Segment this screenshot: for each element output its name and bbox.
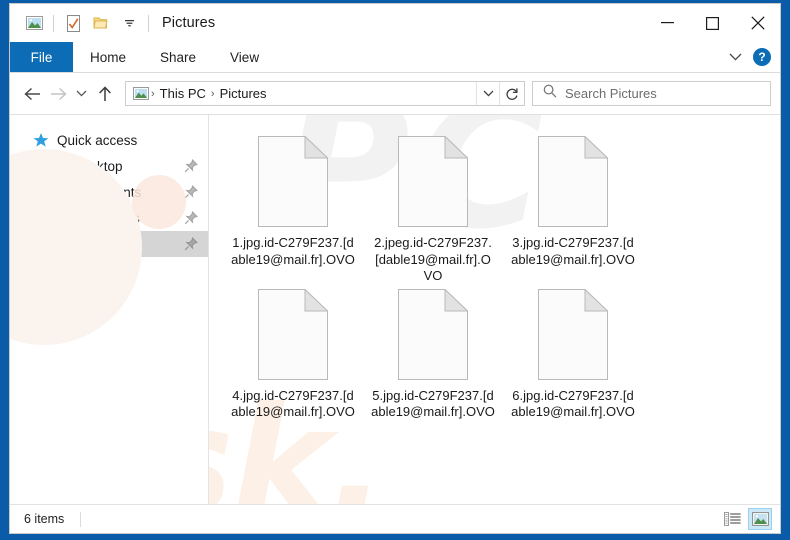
star-icon — [32, 131, 50, 149]
status-divider — [80, 511, 82, 527]
file-item[interactable]: 1.jpg.id-C279F237.[dable19@mail.fr].OVO — [223, 132, 363, 285]
file-name: 2.jpeg.id-C279F237.[dable19@mail.fr].OVO — [374, 235, 492, 283]
sidebar-label-network: Network — [57, 297, 107, 313]
item-count: 6 items — [24, 512, 65, 526]
title-divider — [148, 14, 149, 32]
file-item[interactable]: 2.jpeg.id-C279F237.[dable19@mail.fr].OVO — [363, 132, 503, 285]
file-item[interactable]: 4.jpg.id-C279F237.[dable19@mail.fr].OVO — [223, 285, 363, 421]
chevron-down-icon[interactable] — [723, 45, 747, 69]
blank-file-icon — [398, 135, 469, 227]
address-dropdown-icon[interactable] — [476, 82, 499, 105]
explorer-window: Pictures File Home Share View ? › This P… — [9, 3, 781, 534]
sidebar-item-pictures[interactable]: Pictures — [10, 231, 208, 257]
file-name: 5.jpg.id-C279F237.[dable19@mail.fr].OVO — [371, 387, 495, 420]
file-list-view[interactable]: PC risk. 1.jpg.id-C279F237.[dable19@mail… — [209, 115, 780, 504]
blank-file-icon — [258, 135, 329, 227]
quick-access-toolbar — [10, 9, 154, 37]
pin-icon[interactable] — [184, 159, 198, 173]
file-grid: 1.jpg.id-C279F237.[dable19@mail.fr].OVO … — [209, 115, 780, 421]
search-box[interactable]: Search Pictures — [532, 81, 771, 106]
address-bar[interactable]: › This PC › Pictures — [125, 81, 525, 106]
customize-qat-dropdown-icon[interactable] — [115, 9, 143, 37]
qat-divider — [53, 14, 54, 32]
sidebar-label-downloads: Downloads — [73, 210, 140, 226]
new-folder-icon[interactable] — [87, 9, 115, 37]
sidebar-label-documents: Documents — [73, 184, 142, 200]
pin-icon[interactable] — [184, 185, 198, 199]
sidebar-label-this-pc: This PC — [57, 271, 106, 287]
minimize-button[interactable] — [645, 4, 690, 42]
breadcrumb-separator: › — [151, 87, 155, 100]
blank-file-icon — [538, 135, 609, 227]
pin-icon[interactable] — [184, 237, 198, 251]
blank-file-icon — [398, 287, 469, 380]
refresh-icon[interactable] — [499, 82, 524, 105]
breadcrumb-this-pc[interactable]: This PC — [157, 86, 209, 101]
blank-file-icon — [538, 287, 609, 380]
close-button[interactable] — [735, 4, 780, 42]
sidebar-item-quick-access[interactable]: Quick access — [10, 127, 208, 153]
breadcrumb-pictures[interactable]: Pictures — [217, 86, 270, 101]
file-name: 4.jpg.id-C279F237.[dable19@mail.fr].OVO — [231, 387, 355, 420]
tab-file[interactable]: File — [10, 42, 73, 72]
window-title: Pictures — [162, 15, 216, 31]
details-view-icon[interactable] — [720, 508, 744, 530]
large-icons-view-icon[interactable] — [748, 508, 772, 530]
file-name: 3.jpg.id-C279F237.[dable19@mail.fr].OVO — [511, 235, 635, 267]
pictures-icon — [132, 85, 149, 102]
sidebar-item-documents[interactable]: Documents — [10, 179, 208, 205]
ribbon-tab-bar: File Home Share View ? — [10, 42, 780, 73]
sidebar-label-quick-access: Quick access — [57, 132, 138, 148]
title-bar: Pictures — [10, 4, 780, 42]
documents-icon — [48, 183, 66, 201]
address-toolbar: › This PC › Pictures Search Pictures — [10, 73, 780, 114]
help-icon[interactable]: ? — [753, 48, 771, 66]
file-item[interactable]: 3.jpg.id-C279F237.[dable19@mail.fr].OVO — [503, 132, 643, 285]
view-mode-buttons — [720, 508, 772, 530]
properties-icon[interactable] — [59, 9, 87, 37]
blank-file-icon — [258, 287, 329, 380]
file-item[interactable]: 6.jpg.id-C279F237.[dable19@mail.fr].OVO — [503, 285, 643, 421]
search-input[interactable]: Search Pictures — [565, 86, 657, 101]
pictures-icon — [48, 235, 66, 253]
tab-home[interactable]: Home — [73, 42, 143, 72]
tab-view[interactable]: View — [213, 42, 276, 72]
sidebar-label-pictures: Pictures — [73, 236, 122, 252]
sidebar-item-desktop[interactable]: Desktop — [10, 153, 208, 179]
status-bar: 6 items — [10, 504, 780, 533]
file-name: 6.jpg.id-C279F237.[dable19@mail.fr].OVO — [511, 387, 635, 420]
forward-button[interactable] — [45, 81, 71, 107]
window-controls — [645, 4, 780, 42]
picture-icon[interactable] — [20, 9, 48, 37]
up-button[interactable] — [92, 81, 118, 107]
sidebar-label-desktop: Desktop — [73, 158, 123, 174]
back-button[interactable] — [19, 81, 45, 107]
breadcrumb-separator-2: › — [210, 87, 215, 100]
navigation-pane: Quick access Desktop Documents Downloads… — [10, 115, 209, 504]
file-name: 1.jpg.id-C279F237.[dable19@mail.fr].OVO — [231, 235, 355, 267]
explorer-body: Quick access Desktop Documents Downloads… — [10, 114, 780, 504]
tab-share[interactable]: Share — [143, 42, 213, 72]
search-icon — [543, 84, 557, 103]
file-item[interactable]: 5.jpg.id-C279F237.[dable19@mail.fr].OVO — [363, 285, 503, 421]
sidebar-item-downloads[interactable]: Downloads — [10, 205, 208, 231]
desktop-icon — [48, 157, 66, 175]
recent-locations-button[interactable] — [71, 81, 92, 107]
this-pc-icon — [32, 270, 50, 288]
pin-icon[interactable] — [184, 211, 198, 225]
sidebar-item-this-pc[interactable]: This PC — [10, 266, 208, 292]
network-icon — [32, 296, 50, 314]
downloads-icon — [48, 209, 66, 227]
maximize-button[interactable] — [690, 4, 735, 42]
ribbon-right-controls: ? — [723, 42, 780, 72]
sidebar-item-network[interactable]: Network — [10, 292, 208, 318]
